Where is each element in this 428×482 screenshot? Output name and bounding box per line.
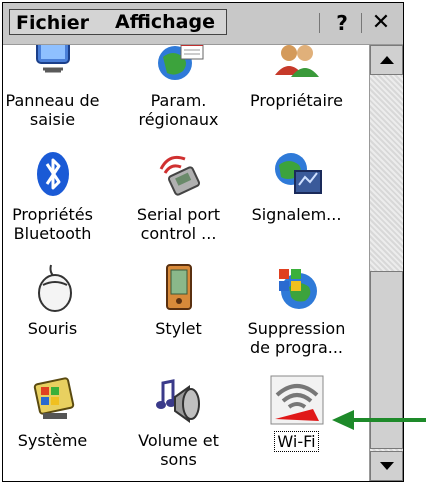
menu-bar: Fichier Affichage ? ✕ bbox=[3, 3, 403, 45]
scroll-up-button[interactable] bbox=[370, 45, 403, 75]
item-label: Stylet bbox=[155, 319, 202, 338]
item-label: Propriétaire bbox=[250, 91, 343, 110]
item-label: Suppression de progra... bbox=[247, 319, 346, 357]
item-label: Volume et sons bbox=[138, 431, 219, 469]
control-panel-icons: Panneau de saisie Param. régionaux Propr… bbox=[3, 45, 369, 481]
item-param-regionaux[interactable]: Param. régionaux bbox=[121, 45, 236, 129]
menu-separator bbox=[361, 13, 362, 33]
item-souris[interactable]: Souris bbox=[3, 263, 110, 338]
speaker-note-icon bbox=[151, 375, 207, 425]
annotation-arrow-icon bbox=[332, 410, 426, 430]
bluetooth-icon bbox=[25, 149, 81, 199]
scroll-down-button[interactable] bbox=[370, 451, 403, 481]
item-panneau-de-saisie[interactable]: Panneau de saisie bbox=[3, 45, 110, 129]
item-proprietaire[interactable]: Propriétaire bbox=[239, 45, 354, 110]
menu-fichier-label: Fichier bbox=[16, 12, 90, 34]
item-label: Propriétés Bluetooth bbox=[12, 205, 93, 243]
globe-signal-icon bbox=[269, 149, 325, 199]
arrow-up-icon bbox=[380, 56, 394, 64]
item-stylet[interactable]: Stylet bbox=[121, 263, 236, 338]
item-serial-port-control[interactable]: Serial port control ... bbox=[121, 149, 236, 243]
item-label: Souris bbox=[27, 319, 78, 338]
close-button[interactable]: ✕ bbox=[367, 9, 395, 37]
item-systeme[interactable]: Système bbox=[3, 375, 110, 450]
item-label: Wi-Fi bbox=[274, 431, 319, 452]
serial-port-icon bbox=[151, 149, 207, 199]
item-volume-et-sons[interactable]: Volume et sons bbox=[121, 375, 236, 469]
item-suppression-de-programmes[interactable]: Suppression de progra... bbox=[239, 263, 354, 357]
arrow-down-icon bbox=[380, 462, 394, 470]
menu-affichage-label: Affichage bbox=[115, 11, 215, 33]
menu-separator bbox=[319, 13, 320, 33]
pda-stylus-icon bbox=[151, 263, 207, 313]
mouse-icon bbox=[25, 263, 81, 313]
item-label: Système bbox=[17, 431, 88, 450]
menu-affichage[interactable]: Affichage bbox=[115, 9, 215, 35]
windows-remove-icon bbox=[269, 263, 325, 313]
item-label: Serial port control ... bbox=[136, 205, 221, 243]
item-label: Signalem... bbox=[251, 205, 342, 224]
wifi-icon bbox=[269, 375, 325, 425]
globe-calendar-icon bbox=[151, 45, 207, 85]
item-signalement[interactable]: Signalem... bbox=[239, 149, 354, 224]
item-proprietes-bluetooth[interactable]: Propriétés Bluetooth bbox=[3, 149, 110, 243]
item-label: Panneau de saisie bbox=[5, 91, 100, 129]
help-button[interactable]: ? bbox=[329, 9, 355, 37]
item-label: Param. régionaux bbox=[138, 91, 219, 129]
keyboard-monitor-icon bbox=[25, 45, 81, 85]
users-icon bbox=[269, 45, 325, 85]
system-monitor-icon bbox=[25, 375, 81, 425]
